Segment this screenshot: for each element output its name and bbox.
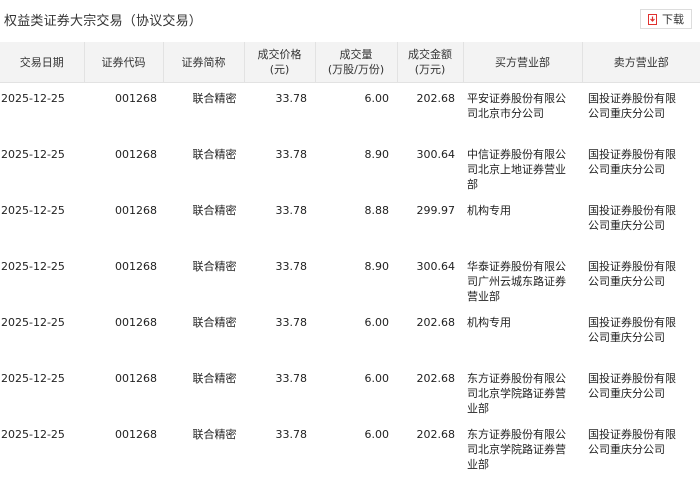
table-row: 2025-12-25 001268 联合精密 33.78 8.90 300.64 华泰证券股… <box>0 251 700 307</box>
table-row: 2025-12-25 001268 联合精密 33.78 6.00 202.68 东方证券股… <box>0 419 700 475</box>
col-header-label: 成交价格 (元) <box>257 48 302 76</box>
cell-price: 33.78 <box>275 259 308 273</box>
cell-volume: 6.00 <box>364 371 390 385</box>
col-header-label: 成交量 (万股/万份) <box>327 48 385 76</box>
col-header-price[interactable]: 成交价格 (元) <box>244 42 316 83</box>
cell-amount: 300.64 <box>416 259 456 273</box>
cell-price: 33.78 <box>275 147 308 161</box>
cell-volume: 8.90 <box>364 259 390 273</box>
cell-price: 33.78 <box>275 203 308 217</box>
cell-amount: 202.68 <box>416 427 456 441</box>
cell-volume: 8.90 <box>364 147 390 161</box>
cell-trade-date: 2025-12-25 <box>1 259 65 273</box>
cell-seller-branch: 国投证券股份有限公司重庆分公司 <box>588 259 676 288</box>
page-title: 权益类证券大宗交易（协议交易） <box>4 14 203 29</box>
cell-amount: 202.68 <box>416 315 456 329</box>
cell-price: 33.78 <box>275 315 308 329</box>
cell-seller-branch: 国投证券股份有限公司重庆分公司 <box>588 315 676 344</box>
col-header-code[interactable]: 证券代码 <box>84 42 164 83</box>
table-row: 2025-12-25 001268 联合精密 33.78 6.00 202.68 平安证券股… <box>0 83 700 139</box>
cell-trade-date: 2025-12-25 <box>1 203 65 217</box>
cell-buyer-branch: 机构专用 <box>467 203 511 217</box>
col-header-seller[interactable]: 卖方营业部 <box>582 42 700 83</box>
cell-trade-date: 2025-12-25 <box>1 371 65 385</box>
cell-security-name: 联合精密 <box>192 371 237 385</box>
cell-buyer-branch: 机构专用 <box>467 315 511 329</box>
download-icon <box>648 13 658 25</box>
cell-price: 33.78 <box>275 92 308 105</box>
cell-price: 33.78 <box>275 371 308 385</box>
cell-trade-date: 2025-12-25 <box>1 147 65 161</box>
cell-volume: 6.00 <box>364 315 390 329</box>
table-header-row: 交易日期 证券代码 证券简称 成交价格 (元) 成交量 (万股/万份) 成交金额… <box>0 42 700 83</box>
cell-security-name: 联合精密 <box>192 92 237 105</box>
table-row: 2025-12-25 001268 联合精密 33.78 6.00 202.68 东方证券股… <box>0 363 700 419</box>
page-header: 权益类证券大宗交易（协议交易） 下载 <box>0 0 700 38</box>
cell-seller-branch: 国投证券股份有限公司重庆分公司 <box>588 203 676 232</box>
cell-security-name: 联合精密 <box>192 315 237 329</box>
cell-trade-date: 2025-12-25 <box>1 315 65 329</box>
cell-security-name: 联合精密 <box>192 427 237 441</box>
cell-buyer-branch: 中信证券股份有限公司北京上地证券营业部 <box>467 147 566 191</box>
col-header-label: 卖方营业部 <box>613 55 669 69</box>
cell-seller-branch: 国投证券股份有限公司重庆分公司 <box>588 371 676 400</box>
cell-amount: 202.68 <box>416 92 456 105</box>
cell-volume: 8.88 <box>364 203 390 217</box>
cell-buyer-branch: 平安证券股份有限公司北京市分公司 <box>467 92 566 120</box>
col-header-buyer[interactable]: 买方营业部 <box>463 42 583 83</box>
cell-security-name: 联合精密 <box>192 147 237 161</box>
cell-security-code: 001268 <box>115 259 157 273</box>
cell-price: 33.78 <box>275 427 308 441</box>
cell-amount: 202.68 <box>416 371 456 385</box>
cell-trade-date: 2025-12-25 <box>1 92 65 105</box>
download-button[interactable]: 下载 <box>640 9 692 29</box>
cell-security-name: 联合精密 <box>192 259 237 273</box>
cell-buyer-branch: 华泰证券股份有限公司广州云城东路证券营业部 <box>467 259 566 303</box>
col-header-volume[interactable]: 成交量 (万股/万份) <box>315 42 398 83</box>
cell-security-code: 001268 <box>115 371 157 385</box>
block-trade-table: 交易日期 证券代码 证券简称 成交价格 (元) 成交量 (万股/万份) 成交金额… <box>0 42 700 475</box>
cell-volume: 6.00 <box>364 92 390 105</box>
cell-amount: 299.97 <box>416 203 456 217</box>
cell-amount: 300.64 <box>416 147 456 161</box>
cell-seller-branch: 国投证券股份有限公司重庆分公司 <box>588 92 676 120</box>
col-header-name[interactable]: 证券简称 <box>163 42 245 83</box>
cell-trade-date: 2025-12-25 <box>1 427 65 441</box>
cell-security-name: 联合精密 <box>192 203 237 217</box>
cell-security-code: 001268 <box>115 203 157 217</box>
col-header-label: 买方营业部 <box>495 55 550 69</box>
cell-seller-branch: 国投证券股份有限公司重庆分公司 <box>588 147 676 176</box>
cell-seller-branch: 国投证券股份有限公司重庆分公司 <box>588 427 676 456</box>
table-row: 2025-12-25 001268 联合精密 33.78 8.88 299.97 机构专用 国… <box>0 195 700 251</box>
col-header-date[interactable]: 交易日期 <box>0 42 85 83</box>
cell-buyer-branch: 东方证券股份有限公司北京学院路证券营业部 <box>467 427 566 471</box>
cell-security-code: 001268 <box>115 147 157 161</box>
col-header-label: 交易日期 <box>19 55 64 69</box>
col-header-amount[interactable]: 成交金额 (万元) <box>397 42 464 83</box>
cell-buyer-branch: 东方证券股份有限公司北京学院路证券营业部 <box>467 371 566 415</box>
cell-security-code: 001268 <box>115 315 157 329</box>
table-row: 2025-12-25 001268 联合精密 33.78 6.00 202.68 机构专用 国… <box>0 307 700 363</box>
cell-security-code: 001268 <box>115 92 157 105</box>
col-header-label: 证券简称 <box>181 55 226 69</box>
cell-security-code: 001268 <box>115 427 157 441</box>
col-header-label: 成交金额 (万元) <box>408 48 452 76</box>
cell-volume: 6.00 <box>364 427 390 441</box>
table-body: 2025-12-25 001268 联合精密 33.78 6.00 202.68 平安证券股… <box>0 83 700 475</box>
download-label: 下载 <box>662 13 684 26</box>
table-row: 2025-12-25 001268 联合精密 33.78 8.90 300.64 中信证券股… <box>0 139 700 195</box>
col-header-label: 证券代码 <box>101 55 146 69</box>
